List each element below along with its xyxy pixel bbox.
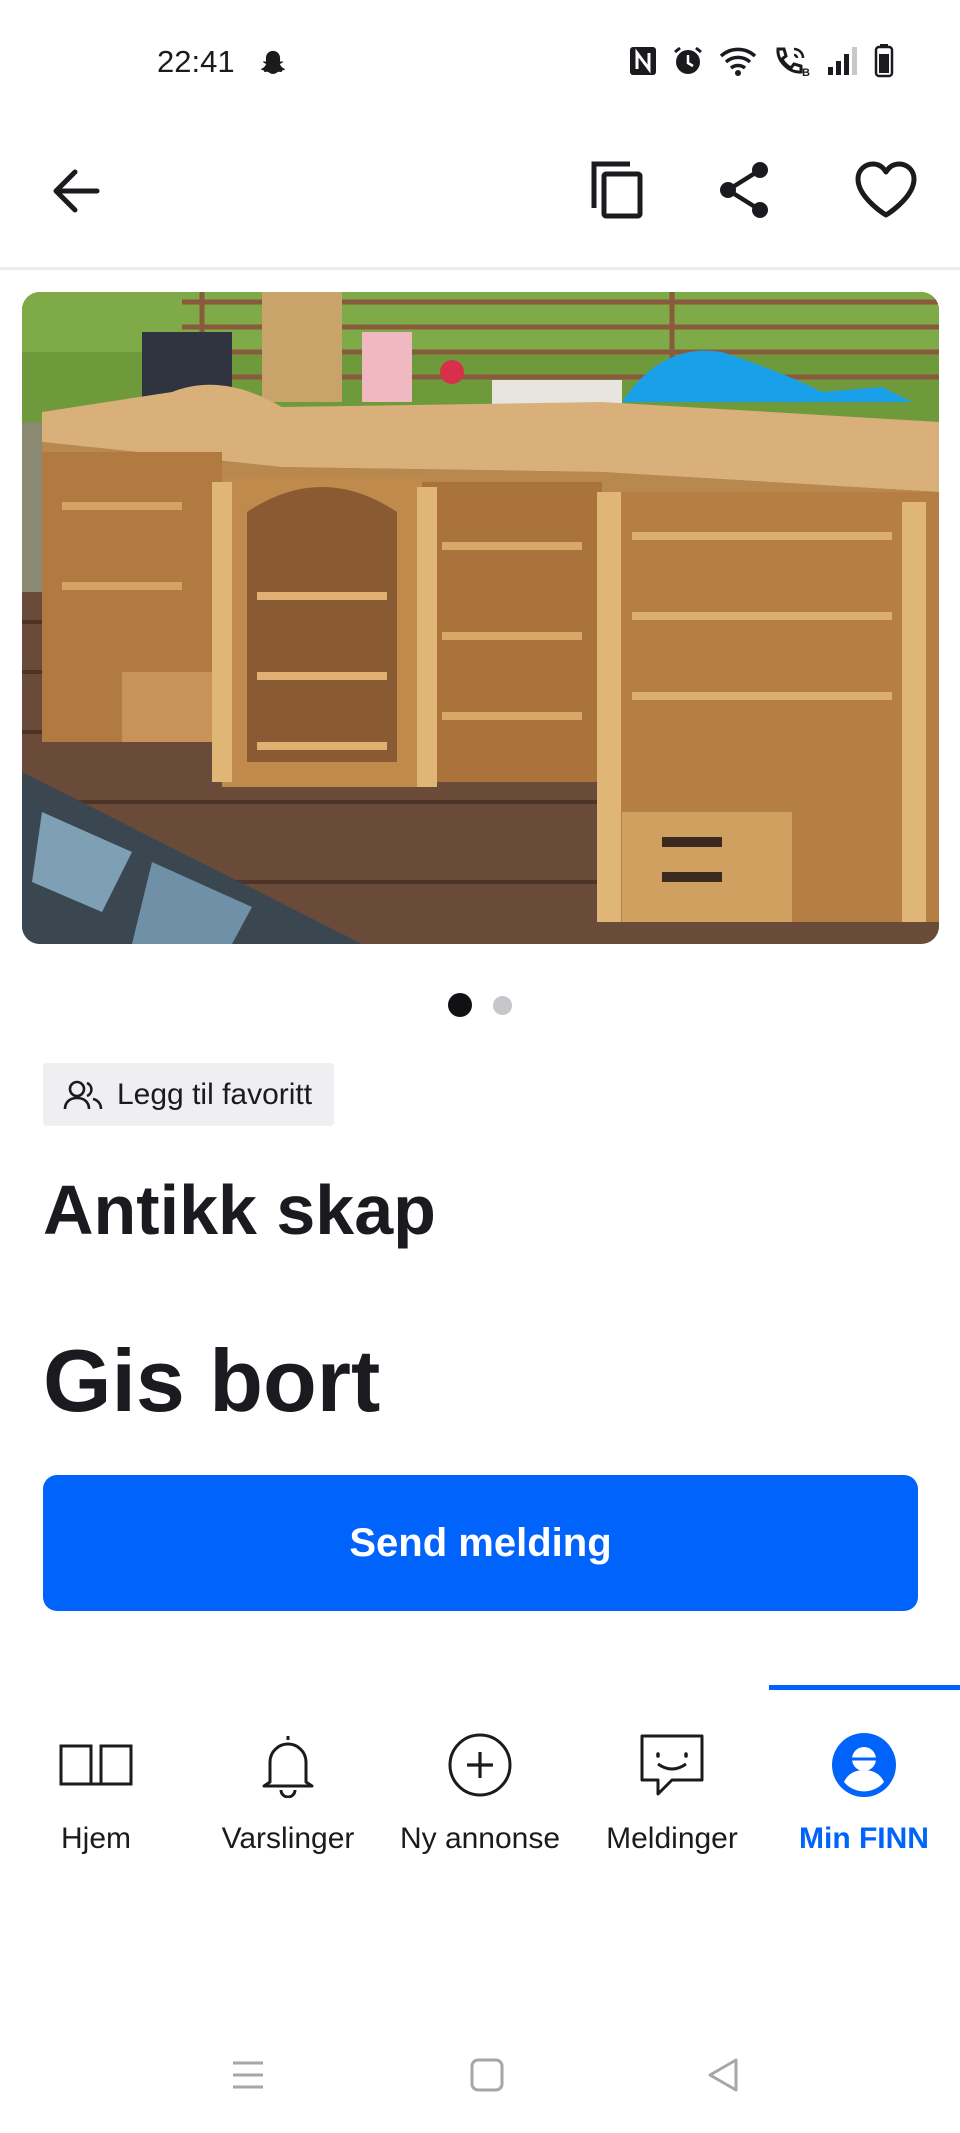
nfc-icon <box>630 47 656 75</box>
bottom-navigation: Hjem Varslinger Ny annonse Meldinger Min… <box>0 1685 960 1865</box>
favorite-button[interactable] <box>846 152 926 228</box>
alarm-icon <box>674 46 702 74</box>
bell-icon <box>262 1736 314 1798</box>
nav-item-varslinger[interactable]: Varslinger <box>192 1685 384 1865</box>
heart-outline-icon <box>855 161 917 218</box>
recent-apps-button[interactable] <box>213 2040 283 2110</box>
triangle-back-icon <box>708 2058 738 2092</box>
top-app-bar <box>0 130 960 270</box>
nav-item-min-finn[interactable]: Min FINN <box>768 1685 960 1865</box>
nav-label-hjem: Hjem <box>60 1822 131 1855</box>
copy-icon <box>591 161 643 219</box>
plus-circle-icon <box>448 1733 512 1797</box>
chat-bubble-icon <box>640 1734 704 1796</box>
book-icon <box>59 1744 133 1786</box>
nav-item-hjem[interactable]: Hjem <box>0 1685 192 1865</box>
wifi-icon <box>719 47 757 76</box>
system-navigation-bar <box>0 2040 960 2110</box>
add-to-favorite-list-chip[interactable]: Legg til favoritt <box>43 1063 335 1126</box>
home-button[interactable] <box>452 2040 522 2110</box>
gallery-pager <box>0 992 960 1018</box>
send-message-button[interactable]: Send melding <box>43 1475 918 1611</box>
nav-item-ny-annonse[interactable]: Ny annonse <box>384 1685 576 1865</box>
system-back-button[interactable] <box>688 2040 758 2110</box>
signal-icon <box>828 47 857 75</box>
status-bar: 22:41 B <box>0 0 960 130</box>
back-button[interactable] <box>40 155 112 227</box>
menu-lines-icon <box>233 2061 263 2089</box>
copy-button[interactable] <box>580 152 656 228</box>
square-icon <box>470 2058 504 2092</box>
wifi-call-icon: B <box>776 47 810 77</box>
listing-photo[interactable] <box>22 292 939 944</box>
nav-label-meldinger: Meldinger <box>606 1822 738 1855</box>
people-icon <box>63 1080 103 1109</box>
share-icon <box>720 162 768 218</box>
cabinet-photo <box>22 292 939 944</box>
nav-label-ny-annonse: Ny annonse <box>399 1822 561 1855</box>
pager-dot[interactable] <box>493 995 512 1015</box>
favorite-chip-label: Legg til favoritt <box>117 1077 313 1111</box>
battery-icon <box>874 44 894 78</box>
nav-label-min-finn: Min FINN <box>799 1822 929 1855</box>
call-badge-text: B <box>802 67 810 77</box>
snapchat-icon <box>260 50 286 74</box>
arrow-left-icon <box>53 169 100 213</box>
listing-title: Antikk skap <box>43 1171 436 1249</box>
listing-price: Gis bort <box>43 1331 381 1430</box>
share-button[interactable] <box>706 152 782 228</box>
status-time: 22:41 <box>157 44 235 79</box>
nav-item-meldinger[interactable]: Meldinger <box>576 1685 768 1865</box>
nav-label-varslinger: Varslinger <box>221 1822 355 1855</box>
profile-icon <box>832 1733 896 1797</box>
send-message-label: Send melding <box>349 1520 612 1565</box>
pager-dot-active[interactable] <box>448 993 472 1017</box>
